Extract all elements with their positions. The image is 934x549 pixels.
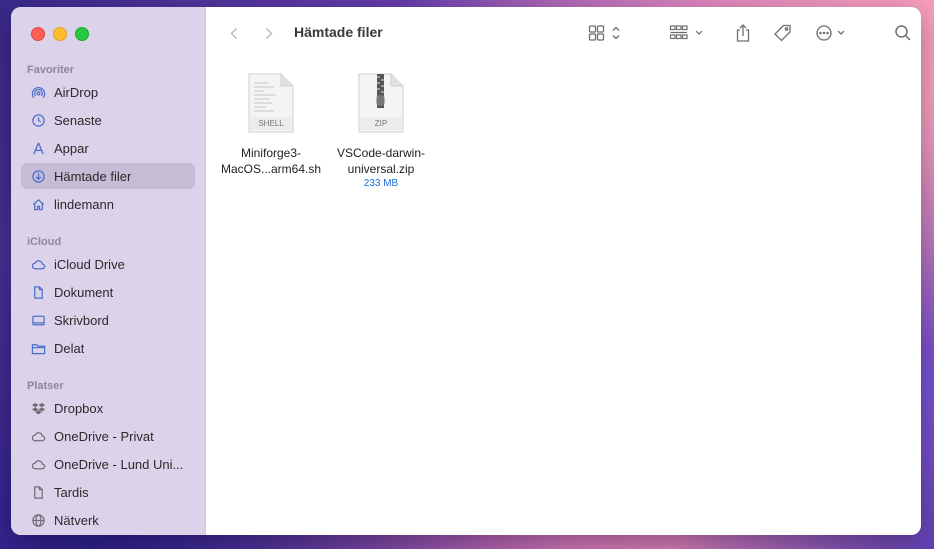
minimize-button[interactable] [53, 27, 67, 41]
airdrop-icon [30, 84, 46, 100]
shell-script-icon: SHELL [247, 73, 295, 133]
sidebar-item-documents[interactable]: Dokument [21, 279, 195, 305]
zip-archive-icon: ZIP [357, 73, 405, 133]
file-name: Miniforge3- MacOS...arm64.sh [216, 145, 326, 177]
sidebar-item-home[interactable]: lindemann [21, 191, 195, 217]
cloud-icon [30, 456, 46, 472]
sidebar-item-apps[interactable]: Appar [21, 135, 195, 161]
file-name-line2: MacOS...arm64.sh [220, 162, 322, 176]
section-label-locations: Platser [27, 380, 64, 392]
sidebar: Favoriter AirDrop Senaste Appar Hämtade … [11, 7, 206, 535]
zoom-button[interactable] [75, 27, 89, 41]
forward-button[interactable] [259, 23, 279, 43]
close-button[interactable] [31, 27, 45, 41]
toolbar: Hämtade filer [206, 7, 921, 59]
window-controls [31, 27, 89, 41]
sidebar-item-label: Skrivbord [54, 312, 109, 328]
icon-view-icon [588, 25, 620, 41]
sidebar-item-icloud-drive[interactable]: iCloud Drive [21, 251, 195, 277]
sidebar-item-desktop[interactable]: Skrivbord [21, 307, 195, 333]
section-label-favorites: Favoriter [27, 64, 75, 76]
shared-folder-icon [30, 340, 46, 356]
dropbox-icon [30, 400, 46, 416]
file-type-badge: SHELL [258, 119, 284, 128]
sidebar-item-label: lindemann [54, 196, 114, 212]
apps-icon [30, 140, 46, 156]
sidebar-item-tardis[interactable]: Tardis [21, 479, 195, 505]
chevron-left-icon [230, 27, 237, 39]
sidebar-item-label: Dokument [54, 284, 114, 300]
download-icon [30, 168, 46, 184]
document-icon [30, 484, 46, 500]
back-button[interactable] [224, 23, 244, 43]
sidebar-item-label: Nätverk [54, 512, 99, 528]
globe-icon [30, 512, 46, 528]
file-item-vscode[interactable]: ZIP VSCode-darwin- universal.zip 233 MB [326, 73, 436, 189]
file-item-miniforge[interactable]: SHELL Miniforge3- MacOS...arm64.sh [216, 73, 326, 177]
file-size: 233 MB [363, 178, 399, 189]
sidebar-item-downloads[interactable]: Hämtade filer [21, 163, 195, 189]
sidebar-item-label: AirDrop [54, 84, 99, 100]
file-name: VSCode-darwin- universal.zip [326, 145, 436, 177]
tag-icon [774, 24, 791, 42]
home-icon [30, 196, 46, 212]
sidebar-item-label: Senaste [54, 112, 102, 128]
sidebar-item-label: Dropbox [54, 400, 104, 416]
clock-icon [30, 112, 46, 128]
sidebar-item-shared[interactable]: Delat [21, 335, 195, 361]
share-icon [736, 24, 750, 42]
sidebar-item-recents[interactable]: Senaste [21, 107, 195, 133]
document-icon [30, 284, 46, 300]
sidebar-item-label: iCloud Drive [54, 256, 125, 272]
group-by-button[interactable] [667, 22, 709, 44]
window-title: Hämtade filer [294, 24, 383, 40]
sidebar-item-onedrive-private[interactable]: OneDrive - Privat [21, 423, 195, 449]
file-name-line1: Miniforge3- [240, 146, 302, 160]
tags-button[interactable] [772, 22, 794, 44]
file-name-line1: VSCode-darwin- [336, 146, 426, 160]
file-browser: Hämtade filer SHELL Miniforge3- MacOS...… [206, 7, 921, 535]
finder-window: Favoriter AirDrop Senaste Appar Hämtade … [11, 7, 921, 535]
file-type-badge: ZIP [374, 119, 388, 128]
more-actions-button[interactable] [814, 22, 850, 44]
sidebar-item-label: Tardis [54, 484, 89, 500]
chevron-right-icon [266, 27, 273, 39]
search-button[interactable] [892, 22, 914, 44]
ellipsis-circle-icon [816, 25, 845, 41]
sidebar-item-label: Delat [54, 340, 85, 356]
share-button[interactable] [732, 22, 754, 44]
search-icon [895, 25, 911, 41]
sidebar-item-airdrop[interactable]: AirDrop [21, 79, 195, 105]
file-name-line2: universal.zip [347, 162, 415, 176]
sidebar-item-label: Hämtade filer [54, 168, 132, 184]
cloud-icon [30, 256, 46, 272]
sidebar-item-network[interactable]: Nätverk [21, 507, 195, 533]
sidebar-item-dropbox[interactable]: Dropbox [21, 395, 195, 421]
sidebar-item-onedrive-lund[interactable]: OneDrive - Lund Uni... [21, 451, 195, 477]
section-label-icloud: iCloud [27, 236, 62, 248]
desktop-icon [30, 312, 46, 328]
view-mode-button[interactable] [586, 22, 626, 44]
sidebar-item-label: OneDrive - Privat [54, 428, 154, 444]
sidebar-item-label: Appar [54, 140, 89, 156]
group-grid-icon [669, 25, 703, 40]
sidebar-item-label: OneDrive - Lund Uni... [54, 456, 184, 472]
cloud-icon [30, 428, 46, 444]
